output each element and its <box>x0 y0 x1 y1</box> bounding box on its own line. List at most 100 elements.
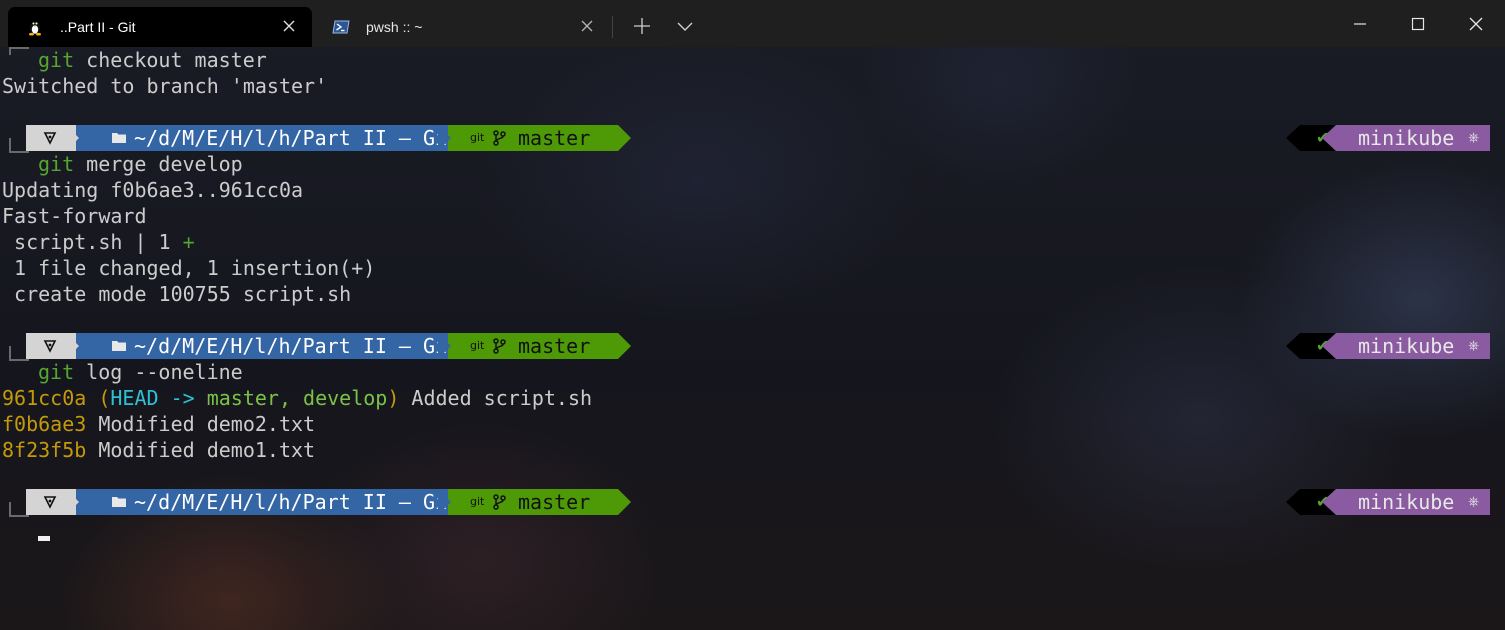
kube-segment: minikube ⎈ <box>1336 333 1490 359</box>
prompt-connector <box>9 502 29 517</box>
segment-arrow <box>618 125 631 151</box>
helm-icon: ⎈ <box>1468 338 1480 354</box>
log-entry: f0b6ae3 Modified demo2.txt <box>2 411 315 437</box>
path-text: ~/d/M/E/H/l/h/Part II – Git <box>134 490 460 514</box>
command-line: git checkout master <box>38 47 267 73</box>
right-prompt: ✔ minikube ⎈ <box>1286 333 1490 359</box>
close-icon[interactable] <box>280 17 298 35</box>
output-line: Fast-forward <box>2 204 147 228</box>
branch-icon <box>493 494 506 510</box>
close-icon[interactable] <box>578 17 596 35</box>
helm-icon: ⎈ <box>1468 130 1480 146</box>
terminal-output[interactable]: git checkout master Switched to branch '… <box>0 47 1505 630</box>
segment-arrow <box>618 333 631 359</box>
output-line: Updating f0b6ae3..961cc0a <box>2 178 304 202</box>
linux-icon <box>29 21 41 36</box>
segment-arrow <box>1286 333 1300 359</box>
right-prompt: ✔ minikube ⎈ <box>1286 125 1490 151</box>
ref-open: ( <box>86 386 111 410</box>
output-line: script.sh | 1 + <box>2 229 195 255</box>
text-cursor <box>38 536 50 541</box>
commit-hash: f0b6ae3 <box>2 412 87 436</box>
segment-arrow <box>1286 489 1300 515</box>
git-segment: git master <box>448 125 618 151</box>
tab-part-ii-git[interactable]: ..Part II - Git <box>8 7 312 47</box>
maximize-icon[interactable] <box>1406 12 1430 36</box>
kube-context: minikube <box>1358 126 1455 150</box>
git-command: git <box>38 152 75 176</box>
path-text: ~/d/M/E/H/l/h/Part II – Git <box>134 126 460 150</box>
powershell-icon <box>332 20 350 34</box>
diffstat-text: script.sh | 1 <box>2 230 183 254</box>
kube-segment: minikube ⎈ <box>1336 125 1490 151</box>
helm-icon: ⎈ <box>1468 494 1480 510</box>
git-icon: git <box>470 131 485 144</box>
right-prompt: ✔ minikube ⎈ <box>1286 489 1490 515</box>
kube-context: minikube <box>1358 334 1455 358</box>
commit-message: Modified demo1.txt <box>86 438 316 462</box>
branch-icon <box>493 130 506 146</box>
git-command: git <box>38 48 75 72</box>
git-segment: git master <box>448 489 618 515</box>
kube-segment: minikube ⎈ <box>1336 489 1490 515</box>
head-ref: HEAD -> <box>110 386 207 410</box>
segment-arrow <box>1322 125 1336 151</box>
path-text: ~/d/M/E/H/l/h/Part II – Git <box>134 334 460 358</box>
command-args: checkout master <box>74 48 267 72</box>
segment-arrow <box>1322 489 1336 515</box>
git-command: git <box>38 360 75 384</box>
log-entry: 961cc0a (HEAD -> master, develop) Added … <box>2 385 592 411</box>
segment-arrow <box>1286 125 1300 151</box>
plus-icon[interactable] <box>630 14 654 38</box>
command-args: merge develop <box>74 152 243 176</box>
kube-context: minikube <box>1358 490 1455 514</box>
output-line: create mode 100755 script.sh <box>2 282 352 306</box>
segment-arrow <box>438 489 451 515</box>
prompt-connector <box>9 346 29 361</box>
branch-name: master <box>518 334 591 358</box>
branch-name: master <box>518 126 591 150</box>
segment-arrow <box>438 125 451 151</box>
folder-icon <box>112 133 126 143</box>
segment-arrow <box>618 489 631 515</box>
segment-arrow <box>66 333 79 359</box>
tab-pwsh[interactable]: pwsh :: ~ <box>314 7 610 47</box>
minimize-icon[interactable] <box>1348 12 1372 36</box>
branch-refs: master, develop <box>206 386 388 410</box>
commit-message: Added script.sh <box>399 386 593 410</box>
git-segment: git master <box>448 333 618 359</box>
segment-arrow <box>66 125 79 151</box>
chevron-down-icon[interactable] <box>673 14 697 38</box>
linux-icon <box>43 496 57 509</box>
branch-icon <box>493 338 506 354</box>
tab-bar: ..Part II - Git pwsh :: ~ <box>0 0 1505 47</box>
command-args: log --oneline <box>74 360 243 384</box>
path-segment: ~/d/M/E/H/l/h/Part II – Git <box>76 333 459 359</box>
commit-message: Modified demo2.txt <box>86 412 316 436</box>
ref-close: ) <box>387 386 400 410</box>
folder-icon <box>112 497 126 507</box>
commit-hash: 8f23f5b <box>2 438 87 462</box>
folder-icon <box>112 341 126 351</box>
command-line: git merge develop <box>38 151 243 177</box>
commit-hash: 961cc0a <box>2 386 87 410</box>
tab-separator <box>612 16 613 38</box>
output-line: Switched to branch 'master' <box>2 74 328 98</box>
output-line: 1 file changed, 1 insertion(+) <box>2 256 376 280</box>
git-icon: git <box>470 495 485 508</box>
linux-icon <box>43 132 57 145</box>
path-segment: ~/d/M/E/H/l/h/Part II – Git <box>76 125 459 151</box>
window-close-icon[interactable] <box>1464 12 1488 36</box>
git-icon: git <box>470 339 485 352</box>
path-segment: ~/d/M/E/H/l/h/Part II – Git <box>76 489 459 515</box>
command-line: git log --oneline <box>38 359 243 385</box>
segment-arrow <box>1322 333 1336 359</box>
log-entry: 8f23f5b Modified demo1.txt <box>2 437 315 463</box>
diffstat-plus: + <box>182 230 195 254</box>
tab-label: pwsh :: ~ <box>366 19 423 35</box>
segment-arrow <box>66 489 79 515</box>
segment-arrow <box>438 333 451 359</box>
tab-label: ..Part II - Git <box>60 19 136 35</box>
branch-name: master <box>518 490 591 514</box>
prompt-connector <box>9 138 29 153</box>
